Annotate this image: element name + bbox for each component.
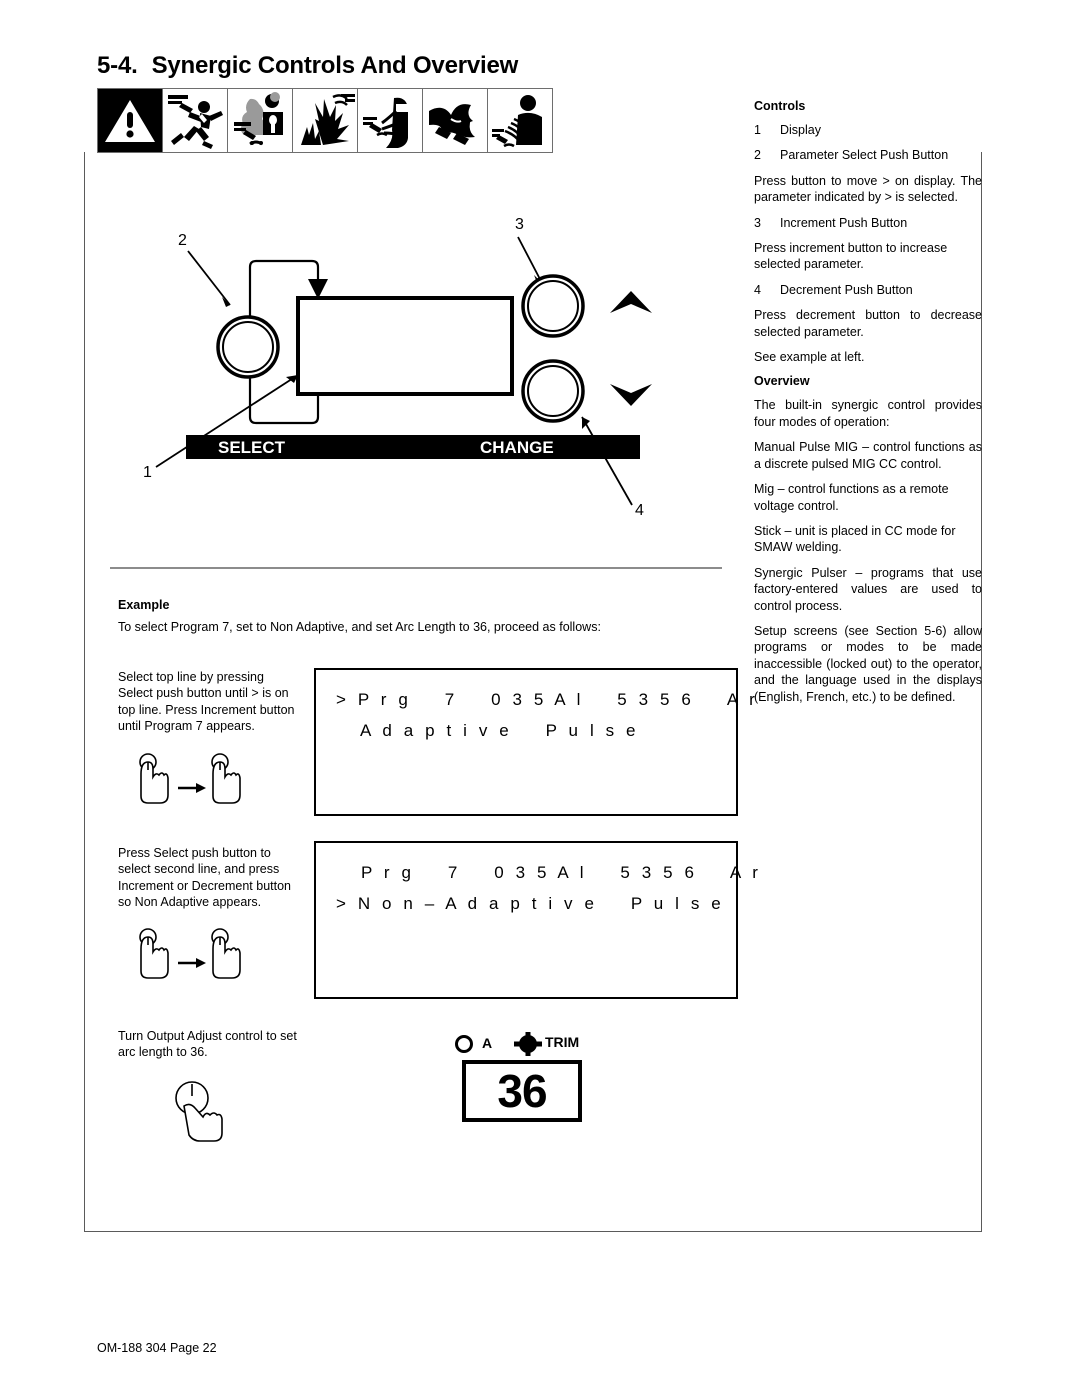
section-title: Synergic Controls And Overview xyxy=(151,52,519,79)
controls-heading: Controls xyxy=(754,99,806,113)
example-heading: Example xyxy=(118,598,170,612)
overview-paragraph-1: The built-in synergic control provides f… xyxy=(754,398,982,429)
page-footer: OM-188 304 Page 22 xyxy=(97,1341,217,1355)
control-increment-description: Press increment button to increase selec… xyxy=(754,241,948,272)
example-step-1: Select top line by pressing Select push … xyxy=(118,669,296,735)
overview-paragraph-4: Stick – unit is placed in CC mode for SM… xyxy=(754,523,956,555)
down-triangle-icon xyxy=(610,384,652,406)
right-column: Controls 1 Display 2 Parameter Select Pu… xyxy=(754,99,982,714)
amp-label: A xyxy=(482,1035,493,1051)
callout-3-label: 3 xyxy=(515,216,524,233)
section-number: 5-4. xyxy=(97,52,138,79)
lcd-step-2-line-1: P r g 7 0 3 5 A l 5 3 5 6 A r xyxy=(336,863,762,882)
example-step-1-text: Select top line by pressing Select push … xyxy=(118,670,295,734)
control-item-3-number: 3 xyxy=(754,215,761,230)
section-divider xyxy=(110,567,722,569)
up-triangle-icon xyxy=(610,291,652,313)
lcd-display-step-2: P r g 7 0 3 5 A l 5 3 5 6 A r > N o n – … xyxy=(314,841,758,999)
control-item-1: 1 Display xyxy=(754,122,982,138)
moving-parts-icon xyxy=(423,88,488,153)
overview-paragraph-3: Mig – control functions as a remote volt… xyxy=(754,482,949,513)
display-box xyxy=(296,296,514,396)
hot-parts-icon xyxy=(488,88,553,153)
control-item-4-label: Decrement Push Button xyxy=(780,282,913,297)
callout-1-label: 1 xyxy=(143,464,152,481)
turn-knob-icon xyxy=(170,1078,250,1150)
overview-heading: Overview xyxy=(754,374,810,389)
example-step-2-text: Press Select push button to select secon… xyxy=(118,846,291,910)
control-item-4-number: 4 xyxy=(754,282,761,297)
select-label: SELECT xyxy=(218,438,286,457)
control-item-4: 4 Decrement Push Button xyxy=(754,282,982,298)
change-label: CHANGE xyxy=(480,438,554,457)
control-decrement-description: Press decrement button to decrease selec… xyxy=(754,308,982,339)
control-item-1-label: Display xyxy=(780,123,821,137)
overview-paragraph-5: Synergic Pulser – programs that use fact… xyxy=(754,565,982,613)
see-example-note: See example at left. xyxy=(754,350,865,365)
control-item-3-label: Increment Push Button xyxy=(780,215,908,230)
trim-value: 36 xyxy=(497,1065,547,1117)
control-item-1-number: 1 xyxy=(754,123,761,137)
amp-indicator-led xyxy=(455,1035,473,1053)
electric-shock-icon xyxy=(163,88,228,153)
callout-4-label: 4 xyxy=(635,502,644,515)
trim-value-box: 36 xyxy=(462,1060,582,1122)
example-step-3: Turn Output Adjust control to set arc le… xyxy=(118,1028,310,1061)
warning-triangle-icon xyxy=(97,88,163,153)
lcd-step-1-line-2: A d a p t i v e P u l s e xyxy=(336,721,640,740)
sparks-explosion-icon xyxy=(293,88,358,153)
control-item-3: 3 Increment Push Button xyxy=(754,215,982,231)
example-step-2: Press Select push button to select secon… xyxy=(118,845,296,911)
lcd-step-2-line-2: > N o n – A d a p t i v e P u l s e xyxy=(336,894,725,913)
fumes-and-gases-icon xyxy=(228,88,293,153)
example-intro: To select Program 7, set to Non Adaptive… xyxy=(118,620,601,634)
control-item-2: 2 Parameter Select Push Button xyxy=(754,147,982,163)
control-select-description: Press button to move > on display. The p… xyxy=(754,173,982,205)
lcd-display-step-1: > P r g 7 0 3 5 A l 5 3 5 6 A r A d a p … xyxy=(314,668,755,816)
safety-icon-strip xyxy=(97,88,553,153)
lcd-step-1-line-1: > P r g 7 0 3 5 A l 5 3 5 6 A r xyxy=(336,690,759,709)
manual-page: 5-4. Synergic Controls And Overview 2 3 … xyxy=(0,0,1080,1397)
arc-rays-icon xyxy=(358,88,423,153)
press-button-twice-icon-2 xyxy=(128,927,248,989)
overview-paragraph-6: Setup screens (see Section 5-6) allow pr… xyxy=(754,623,982,704)
page-title: 5-4. Synergic Controls And Overview xyxy=(97,52,518,80)
press-button-twice-icon xyxy=(128,752,248,814)
control-item-2-label: Parameter Select Push Button xyxy=(780,148,949,163)
control-panel-diagram: 2 3 1 4 SELECT CHANGE xyxy=(110,195,690,515)
overview-paragraph-2: Manual Pulse MIG – control functions as … xyxy=(754,440,982,471)
control-item-2-number: 2 xyxy=(754,148,761,163)
callout-2-label: 2 xyxy=(178,232,187,249)
trim-meter-indicators: A TRIM xyxy=(452,1032,582,1056)
example-step-3-text: Turn Output Adjust control to set arc le… xyxy=(118,1029,297,1060)
trim-label: TRIM xyxy=(545,1034,580,1050)
